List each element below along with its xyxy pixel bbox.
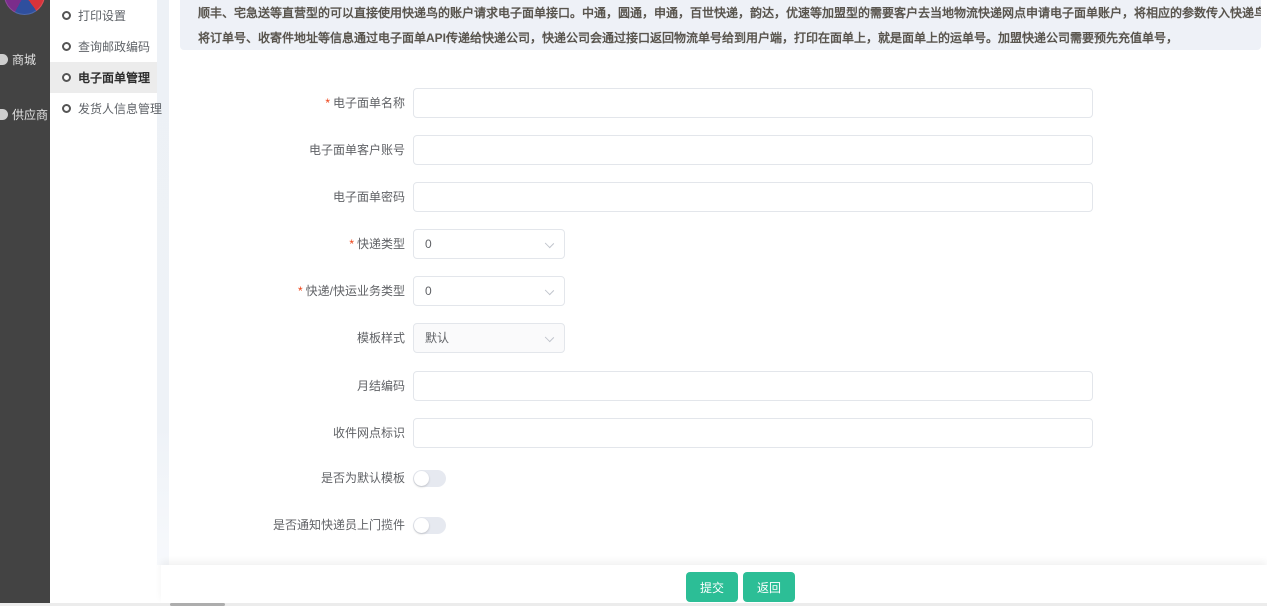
field-label: 电子面单名称 [157,88,405,118]
menu-item-label: 电子面单管理 [78,69,150,86]
toggle-knob [414,518,429,533]
notice-line-2: 将订单号、收寄件地址等信息通过电子面单API传递给快递公司，快递公司会通过接口返… [198,26,1243,50]
info-notice-box: 顺丰、宅急送等直营型的可以直接使用快递鸟的账户请求电子面单接口。中通，圆通，申通… [180,0,1261,50]
field-label: 电子面单密码 [157,182,405,212]
select-value: 0 [425,230,432,258]
menu-item-ewaybill-management[interactable]: 电子面单管理 [50,62,157,93]
express-type-select[interactable]: 0 [413,229,565,259]
secondary-menu: 打印设置 查询邮政编码 电子面单管理 发货人信息管理 [50,0,157,606]
back-button[interactable]: 返回 [743,572,795,602]
pickup-site-id-input[interactable] [413,418,1093,448]
supplier-icon [0,109,8,120]
radio-circle-icon [62,42,71,51]
panel-gutter [157,0,169,565]
customer-account-input[interactable] [413,135,1093,165]
radio-circle-icon [62,11,71,20]
monthly-code-input[interactable] [413,371,1093,401]
field-label: 是否通知快递员上门揽件 [157,510,405,540]
field-label: 是否为默认模板 [157,463,405,493]
field-label: 收件网点标识 [157,418,405,448]
select-value: 默认 [425,324,449,352]
waybill-password-input[interactable] [413,182,1093,212]
chevron-down-icon [545,286,554,295]
field-label: 电子面单客户账号 [157,135,405,165]
page: 商城 供应商 打印设置 查询邮政编码 电子面单管理 发货人信息管理 顺丰、宅急送… [0,0,1267,606]
submit-button[interactable]: 提交 [686,572,738,602]
notice-line-1: 顺丰、宅急送等直营型的可以直接使用快递鸟的账户请求电子面单接口。中通，圆通，申通… [198,1,1243,26]
template-style-select[interactable]: 默认 [413,323,565,353]
menu-item-label: 查询邮政编码 [78,38,150,55]
footer-action-bar: 提交 返回 [161,565,1267,603]
menu-item-label: 打印设置 [78,7,126,24]
field-label: 快递/快运业务类型 [157,276,405,306]
business-type-select[interactable]: 0 [413,276,565,306]
app-logo-icon[interactable] [4,0,45,15]
default-template-toggle[interactable] [413,470,446,487]
field-label: 月结编码 [157,371,405,401]
menu-item-postcode-query[interactable]: 查询邮政编码 [50,31,157,62]
notify-courier-toggle[interactable] [413,517,446,534]
sidebar-item-mall[interactable]: 商城 [0,49,50,69]
sidebar-item-label: 商城 [12,51,36,68]
field-label: 快递类型 [157,229,405,259]
chevron-down-icon [545,239,554,248]
radio-circle-icon [62,73,71,82]
chevron-down-icon [545,333,554,342]
menu-item-sender-info-management[interactable]: 发货人信息管理 [50,93,157,124]
menu-item-label: 发货人信息管理 [78,100,162,117]
waybill-name-input[interactable] [413,88,1093,118]
main-content: 顺丰、宅急送等直营型的可以直接使用快递鸟的账户请求电子面单接口。中通，圆通，申通… [157,0,1267,606]
shop-icon [0,54,8,65]
field-label: 模板样式 [157,323,405,353]
radio-circle-icon [62,104,71,113]
toggle-knob [414,471,429,486]
sidebar-item-supplier[interactable]: 供应商 [0,104,50,124]
select-value: 0 [425,277,432,305]
sidebar-item-label: 供应商 [12,106,48,123]
menu-item-print-settings[interactable]: 打印设置 [50,0,157,31]
primary-sidebar: 商城 供应商 [0,0,50,606]
